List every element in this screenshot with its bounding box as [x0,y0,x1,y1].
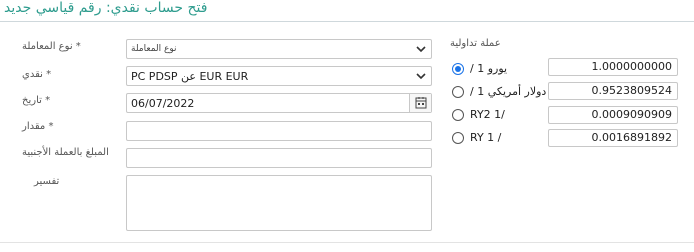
date-value: 06/07/2022 [131,97,195,110]
cash-select[interactable]: PC PDSP عن EUR EUR [126,66,432,86]
currency-label-eur: / يورو 1 [470,62,508,75]
calendar-icon [415,97,427,109]
currency-label-ry: RY 1 / [470,131,502,144]
explanation-label: تفسير [34,176,60,187]
cash-label: * نقدي [22,69,52,80]
transaction-type-value: نوع المعاملة [131,44,177,54]
date-label: * تاريخ [22,95,51,106]
currency-rate-ry2[interactable]: 0.0009090909 [548,106,678,124]
transaction-type-label: * نوع المعاملة [22,41,81,52]
currency-radio-usd[interactable] [452,86,464,98]
explanation-textarea[interactable] [126,175,432,231]
form-header: فتح حساب نقدي: رقم قياسي جديد [0,0,694,22]
currency-label-usd: / دولار أمريكي 1 [470,85,547,98]
date-field[interactable]: 06/07/2022 [126,93,432,113]
currency-label-ry2: RY2 1/ [470,108,505,121]
currency-rate-eur[interactable]: 1.0000000000 [548,58,678,76]
chevron-down-icon [416,73,426,80]
currency-rate-ry[interactable]: 0.0016891892 [548,129,678,147]
currency-radio-eur[interactable] [452,63,464,75]
currency-heading: عملة تداولية [450,38,501,49]
amount-label: * مقدار [22,121,54,132]
currency-radio-ry[interactable] [452,132,464,144]
chevron-down-icon [416,46,426,53]
cash-value: PC PDSP عن EUR EUR [131,70,249,83]
amount-input[interactable] [126,121,432,141]
foreign-amount-label: المبلغ بالعملة الأجنبية [22,147,109,158]
currency-rate-usd[interactable]: 0.9523809524 [548,82,678,100]
transaction-type-select[interactable]: نوع المعاملة [126,39,432,59]
foreign-amount-input[interactable] [126,148,432,168]
section-divider [0,242,694,243]
currency-radio-ry2[interactable] [452,109,464,121]
calendar-button[interactable] [409,94,431,112]
page-title: فتح حساب نقدي: رقم قياسي جديد [4,0,208,16]
